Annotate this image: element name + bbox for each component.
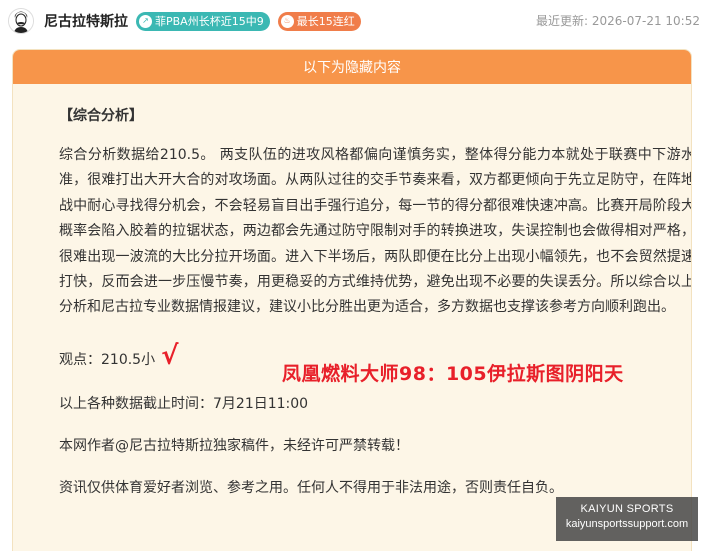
hidden-content-banner: 以下为隐藏内容 (13, 50, 691, 84)
last-updated-label: 最近更新: (535, 14, 589, 28)
checkmark-icon: √ (161, 340, 179, 371)
watermark-url: kaiyunsportssupport.com (565, 518, 689, 530)
flame-icon: ♨ (280, 14, 294, 28)
last-updated-time: 2026-07-21 10:52 (591, 14, 700, 28)
streak-badge-text: 菲PBA州长杯近15中9 (155, 15, 264, 28)
streak-badge: ↗ 菲PBA州长杯近15中9 (136, 11, 270, 31)
hot-streak-badge-text: 最长15连红 (296, 15, 355, 28)
avatar[interactable] (8, 8, 34, 34)
article-header: 尼古拉特斯拉 ↗ 菲PBA州长杯近15中9 ♨ 最长15连红 最近更新: 202… (0, 0, 710, 42)
hot-streak-badge: ♨ 最长15连红 (277, 11, 361, 31)
copyright-notice: 本网作者@尼古拉特斯拉独家稿件，未经许可严禁转载！ (59, 437, 409, 454)
trend-icon: ↗ (139, 14, 152, 28)
match-result-overlay: 凤凰燃料大师98：105伊拉斯图阴阳天 (282, 363, 624, 385)
hidden-content-card: 以下为隐藏内容 【综合分析】 综合分析数据给210.5。 两支队伍的进攻风格都偏… (12, 49, 692, 551)
data-deadline: 以上各种数据截止时间：7月21日11:00 (59, 395, 309, 412)
analysis-paragraph: 综合分析数据给210.5。 两支队伍的进攻风格都偏向谨慎务实，整体得分能力本就处… (59, 147, 692, 316)
last-updated: 最近更新: 2026-07-21 10:52 (536, 12, 700, 29)
watermark-brand: KAIYUN SPORTS (580, 503, 674, 515)
article-body: 【综合分析】 综合分析数据给210.5。 两支队伍的进攻风格都偏向谨慎务实，整体… (13, 105, 691, 497)
disclaimer: 资讯仅供体育爱好者浏览、参考之用。任何人不得用于非法用途，否则责任自负。 (59, 479, 563, 496)
author-portrait-icon (9, 9, 33, 33)
author-name[interactable]: 尼古拉特斯拉 (44, 11, 128, 31)
section-title: 【综合分析】 (59, 108, 143, 124)
watermark: KAIYUN SPORTS kaiyunsportssupport.com (556, 497, 698, 541)
viewpoint-text: 观点：210.5小 (59, 351, 156, 368)
